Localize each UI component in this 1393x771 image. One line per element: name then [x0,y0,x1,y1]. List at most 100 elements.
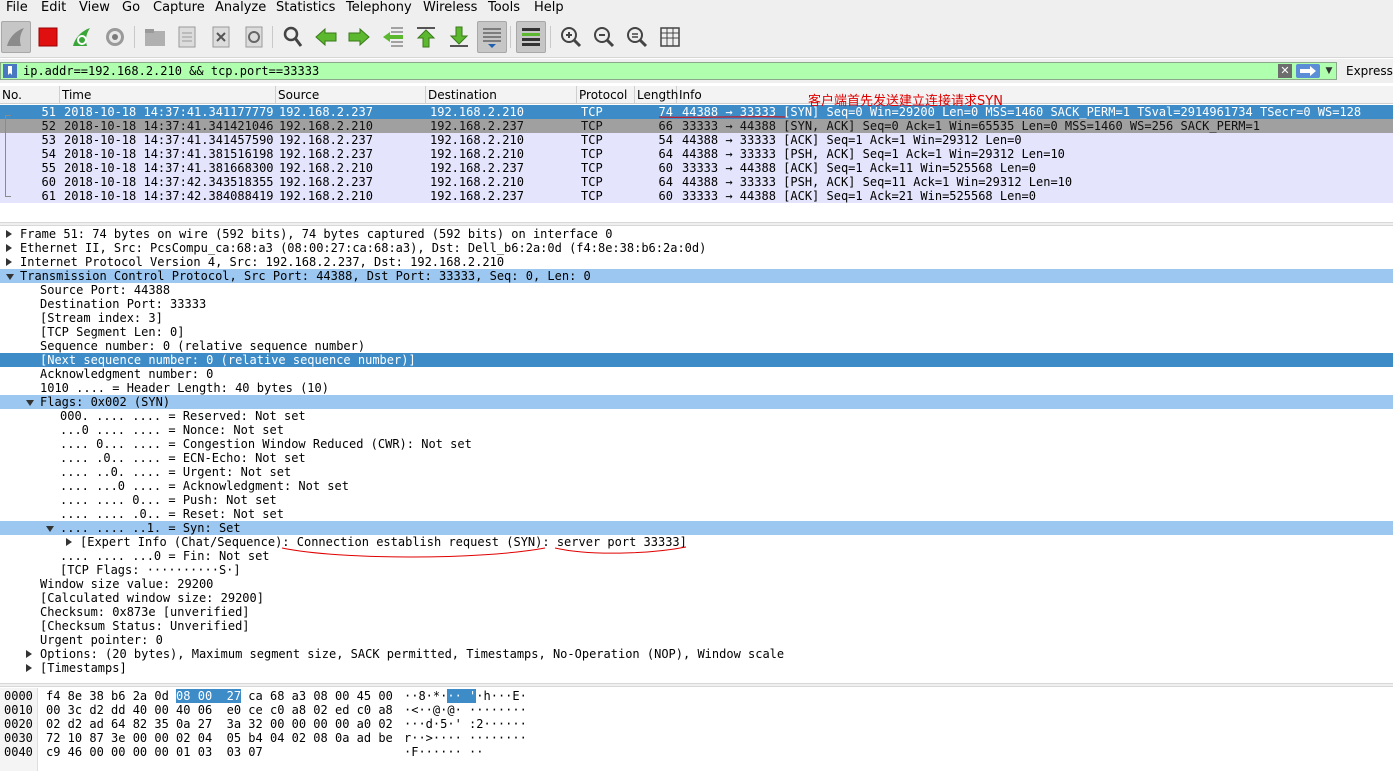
menu-view[interactable]: View [79,0,110,16]
bookmark-icon[interactable] [3,64,17,78]
display-filter-input[interactable]: ip.addr==192.168.2.210 && tcp.port==3333… [23,63,319,79]
detail-row[interactable]: Flags: 0x002 (SYN) [0,395,1393,409]
detail-row[interactable]: .... .... ..1. = Syn: Set [0,521,1393,535]
detail-row[interactable]: Checksum: 0x873e [unverified] [0,605,1393,619]
detail-row[interactable]: .... ..0. .... = Urgent: Not set [0,465,1393,479]
detail-row[interactable]: 1010 .... = Header Length: 40 bytes (10) [0,381,1393,395]
chevron-down-icon[interactable]: ▼ [1323,63,1335,79]
find-packet-button[interactable] [278,21,308,53]
detail-row[interactable]: Urgent pointer: 0 [0,633,1393,647]
stop-capture-button[interactable] [33,21,63,53]
display-filter-box[interactable]: ip.addr==192.168.2.210 && tcp.port==3333… [0,62,1337,80]
detail-row[interactable]: ...0 .... .... = Nonce: Not set [0,423,1393,437]
column-header-protocol[interactable]: Protocol [577,86,635,104]
expand-closed-icon[interactable] [6,230,12,238]
colorize-button[interactable] [516,21,546,53]
column-header-source[interactable]: Source [276,86,426,104]
expand-open-icon[interactable] [46,526,54,532]
go-first-button[interactable] [411,21,441,53]
expand-closed-icon[interactable] [26,664,32,672]
clear-filter-icon[interactable]: ✕ [1278,64,1292,78]
open-file-button[interactable] [140,21,170,53]
zoom-out-button[interactable] [589,21,619,53]
detail-row[interactable]: [TCP Segment Len: 0] [0,325,1393,339]
detail-row[interactable]: Options: (20 bytes), Maximum segment siz… [0,647,1393,661]
packet-row[interactable]: 55 2018-10-18 14:37:41.381668300 192.168.2… [0,161,1393,175]
column-header-info[interactable]: Info [677,86,1393,104]
expand-open-icon[interactable] [6,274,14,280]
column-header-length[interactable]: Length [635,86,678,104]
start-capture-button[interactable] [1,21,31,53]
packet-row[interactable]: 61 2018-10-18 14:37:42.384088419 192.168.2… [0,189,1393,203]
detail-row[interactable]: Destination Port: 33333 [0,297,1393,311]
expression-button[interactable]: Express [1346,63,1393,79]
detail-row[interactable]: .... ...0 .... = Acknowledgment: Not set [0,479,1393,493]
bytes-ascii[interactable]: ·<··@·@· ········ [404,703,527,717]
save-file-button[interactable] [172,21,202,53]
expand-closed-icon[interactable] [66,538,72,546]
reload-file-button[interactable] [239,21,269,53]
column-header-destination[interactable]: Destination [426,86,577,104]
menu-analyze[interactable]: Analyze [215,0,266,16]
detail-row[interactable]: Frame 51: 74 bytes on wire (592 bits), 7… [0,227,1393,241]
expand-closed-icon[interactable] [6,258,12,266]
detail-row[interactable]: [Stream index: 3] [0,311,1393,325]
menu-edit[interactable]: Edit [41,0,66,16]
expand-closed-icon[interactable] [26,650,32,658]
detail-row[interactable]: Sequence number: 0 (relative sequence nu… [0,339,1393,353]
detail-row[interactable]: Source Port: 44388 [0,283,1393,297]
restart-capture-button[interactable] [67,21,97,53]
menu-help[interactable]: Help [534,0,564,16]
go-forward-button[interactable] [344,21,374,53]
detail-row[interactable]: .... .... .0.. = Reset: Not set [0,507,1393,521]
pane-splitter[interactable] [0,222,1393,226]
menu-go[interactable]: Go [122,0,140,16]
capture-options-button[interactable] [100,21,130,53]
resize-columns-button[interactable] [655,21,685,53]
go-to-packet-button[interactable] [378,21,408,53]
detail-row[interactable]: .... 0... .... = Congestion Window Reduc… [0,437,1393,451]
detail-row[interactable]: Ethernet II, Src: PcsCompu_ca:68:a3 (08:… [0,241,1393,255]
menu-statistics[interactable]: Statistics [276,0,335,16]
detail-row[interactable]: .... .... 0... = Push: Not set [0,493,1393,507]
zoom-in-button[interactable] [556,21,586,53]
bytes-hex[interactable]: 02 d2 ad 64 82 35 0a 27 3a 32 00 00 00 0… [46,717,393,731]
menu-wireless[interactable]: Wireless [423,0,477,16]
bytes-hex[interactable]: 00 3c d2 dd 40 00 40 06 e0 ce c0 a8 02 e… [46,703,393,717]
bytes-hex[interactable]: c9 46 00 00 00 00 01 03 03 07 [46,745,263,759]
detail-row[interactable]: 000. .... .... = Reserved: Not set [0,409,1393,423]
go-back-button[interactable] [311,21,341,53]
packet-row[interactable]: 60 2018-10-18 14:37:42.343518355 192.168.2… [0,175,1393,189]
bytes-ascii[interactable]: r··>···· ········ [404,731,527,745]
detail-row[interactable]: [Checksum Status: Unverified] [0,619,1393,633]
detail-row[interactable]: Window size value: 29200 [0,577,1393,591]
go-last-button[interactable] [444,21,474,53]
menu-capture[interactable]: Capture [153,0,205,16]
menu-telephony[interactable]: Telephony [346,0,412,16]
packet-row[interactable]: 53 2018-10-18 14:37:41.341457590 192.168.2… [0,133,1393,147]
detail-row[interactable]: [TCP Flags: ··········S·] [0,563,1393,577]
detail-row[interactable]: [Next sequence number: 0 (relative seque… [0,353,1393,367]
pane-splitter[interactable] [0,683,1393,687]
menu-tools[interactable]: Tools [488,0,520,16]
close-file-button[interactable] [206,21,236,53]
detail-row[interactable]: [Timestamps] [0,661,1393,675]
bytes-ascii[interactable]: ···d·5·' :2······ [404,717,527,731]
bytes-hex[interactable]: 72 10 87 3e 00 00 02 04 05 b4 04 02 08 0… [46,731,393,745]
menu-file[interactable]: File [6,0,28,16]
autoscroll-button[interactable] [477,21,507,53]
detail-row[interactable]: Acknowledgment number: 0 [0,367,1393,381]
detail-row[interactable]: [Calculated window size: 29200] [0,591,1393,605]
expand-closed-icon[interactable] [6,244,12,252]
detail-row[interactable]: Internet Protocol Version 4, Src: 192.16… [0,255,1393,269]
detail-row[interactable]: Transmission Control Protocol, Src Port:… [0,269,1393,283]
bytes-ascii[interactable]: ·F······ ·· [404,745,483,759]
column-header-time[interactable]: Time [60,86,276,104]
column-header-no[interactable]: No. [0,86,60,104]
expand-open-icon[interactable] [26,400,34,406]
zoom-normal-button[interactable] [622,21,652,53]
packet-row[interactable]: 54 2018-10-18 14:37:41.381516198 192.168.2… [0,147,1393,161]
bytes-hex[interactable]: f4 8e 38 b6 2a 0d 08 00 27 ca 68 a3 08 0… [46,689,393,703]
apply-filter-button[interactable] [1296,64,1320,78]
bytes-ascii[interactable]: ··8·*··· '·h···E· [404,689,527,703]
